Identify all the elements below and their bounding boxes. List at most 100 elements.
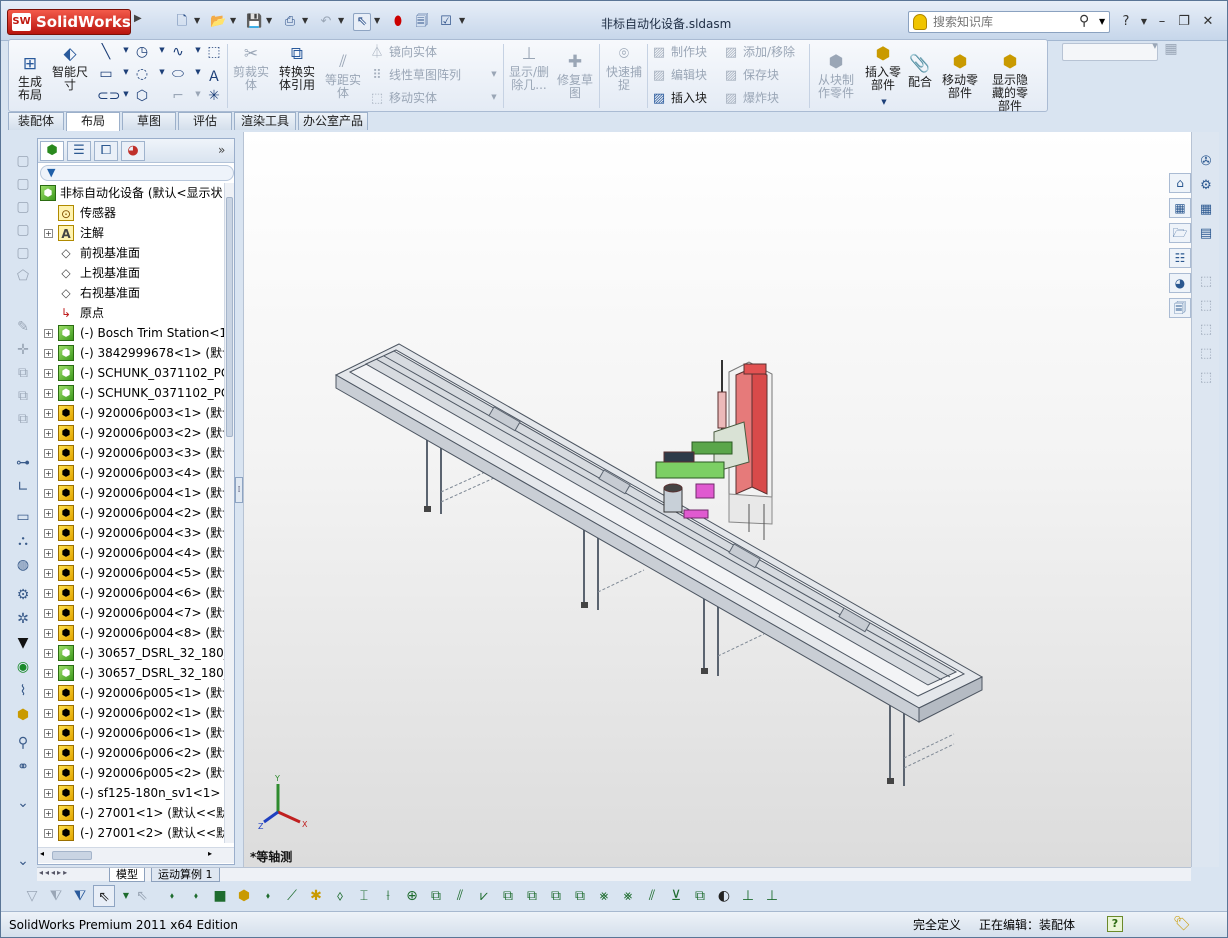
help-dropdown-icon[interactable]: ▼ (1135, 13, 1153, 31)
spring-icon[interactable]: ⌇ (12, 681, 34, 701)
construction-icon[interactable]: ⬚ (205, 44, 223, 60)
new-dropdown-icon[interactable]: ▼ (194, 16, 200, 25)
print-icon[interactable]: ⎙ (281, 13, 299, 31)
filter-datum-icon[interactable]: ⧉ (425, 885, 447, 907)
tree-item[interactable]: + ⬢ (-) 920006p004<3> (默认 (38, 523, 224, 543)
move-dropdown-icon[interactable]: ▼ (485, 93, 503, 101)
make-block-button[interactable]: ▨ 制作块 (651, 45, 707, 60)
insert-component-dropdown-icon[interactable]: ▼ (875, 98, 893, 106)
rebuild-traffic-light-icon[interactable]: ⬮ (389, 13, 407, 31)
close-button[interactable]: ✕ (1199, 13, 1217, 31)
tree-item[interactable]: + ⬢ (-) 920006p004<6> (默认 (38, 583, 224, 603)
expand-toggle-icon[interactable]: + (44, 689, 53, 698)
select-dropdown-icon[interactable]: ▼ (374, 16, 380, 25)
explode-block-button[interactable]: ▨ 爆炸块 (723, 91, 779, 106)
tree-item[interactable]: + ⬢ (-) 920006p004<8> (默认 (38, 623, 224, 643)
scrollbar-thumb[interactable] (52, 851, 92, 860)
filter-bom-icon[interactable]: ⧉ (521, 885, 543, 907)
filter-gtol-icon[interactable]: ⊕ (401, 885, 423, 907)
show-hidden-components-button[interactable]: ⬢ 显示隐 藏的零 部件 (987, 52, 1033, 113)
printer-icon[interactable]: ▤ (1195, 224, 1217, 244)
display-manager-tab-icon[interactable]: ◕ (121, 141, 145, 161)
display-delete-relations-button[interactable]: ⊥ 显示/删 除几... (505, 44, 553, 92)
display-style-icon[interactable]: ⬙ (684, 132, 706, 136)
disabled-tool-icon[interactable]: ⬚ (1195, 272, 1217, 292)
tree-item[interactable]: + ⬢ (-) Bosch Trim Station<1 (38, 323, 224, 343)
add-remove-block-button[interactable]: ▨ 添加/移除 (723, 45, 795, 60)
tree-item[interactable]: + ⬢ (-) SCHUNK_0371102_PG (38, 363, 224, 383)
view-settings-icon[interactable]: ▤ (772, 132, 794, 136)
tree-item[interactable]: + ⬢ (-) 920006p003<4> (默认 (38, 463, 224, 483)
filter-toggle-icon[interactable]: ⧨ (45, 885, 67, 907)
custom-properties-icon[interactable]: 🗐 (1169, 298, 1191, 318)
gears-icon[interactable]: ✲ (12, 609, 34, 629)
expand-toggle-icon[interactable]: + (44, 749, 53, 758)
filter-sketch-icon[interactable]: ⬨ (329, 885, 351, 907)
disabled-tool-icon[interactable]: ⬚ (1195, 320, 1217, 340)
funnel-icon[interactable]: ▼ (12, 633, 34, 653)
auto-layout-button[interactable]: ⊞ 生成 布局 (11, 54, 49, 102)
expand-toggle-icon[interactable]: + (44, 449, 53, 458)
tree-item[interactable]: ◇ 右视基准面 (38, 283, 224, 303)
measure-icon[interactable]: ⊶ (12, 453, 34, 473)
edit-appearance-icon[interactable]: ◕ (728, 132, 750, 136)
filter-connection-icon[interactable]: ⧉ (689, 885, 711, 907)
more-tools-bottom-icon[interactable]: ⌄ (12, 851, 34, 871)
expand-toggle-icon[interactable]: + (44, 509, 53, 518)
graphics-minimize-icon[interactable]: – (1119, 132, 1141, 133)
filter-points-icon[interactable]: ✱ (305, 885, 327, 907)
tree-item[interactable]: + ⬢ (-) 920006p004<1> (默认 (38, 483, 224, 503)
filter-notes-icon[interactable]: ⟊ (377, 885, 399, 907)
filter-faces-icon[interactable]: ■ (209, 885, 231, 907)
apply-scene-icon[interactable]: ✿ (750, 132, 772, 136)
expand-toggle-icon[interactable]: + (44, 549, 53, 558)
wrench-icon[interactable]: ✇ (1195, 152, 1217, 172)
component-icon[interactable]: ⬢ (12, 705, 34, 725)
tree-item[interactable]: ◇ 前视基准面 (38, 243, 224, 263)
location-icon[interactable]: ◉ (12, 657, 34, 677)
polygon-icon[interactable]: ⬡ (133, 88, 151, 104)
mirror-entities-button[interactable]: ⏃ 镜向实体 (369, 45, 437, 60)
filter-edges-icon[interactable]: ⬪ (185, 885, 207, 907)
spline-icon[interactable]: ∿ (169, 44, 187, 60)
tab-model[interactable]: 模型 (109, 868, 145, 882)
more-tools-icon[interactable]: ⌄ (12, 793, 34, 813)
zoom-icon[interactable]: ⚲ (12, 733, 34, 753)
monitor-icon[interactable]: ▭ (12, 507, 34, 527)
home-icon[interactable]: ⌂ (1169, 173, 1191, 193)
filter-centerline-icon[interactable]: ⧉ (569, 885, 591, 907)
tree-item[interactable]: ↳ 原点 (38, 303, 224, 323)
print-dropdown-icon[interactable]: ▼ (302, 16, 308, 25)
tree-item[interactable]: + ⬢ (-) 920006p006<2> (默认 (38, 743, 224, 763)
graphics-area[interactable]: ⊕⊙↺◧⬕⬙◎◕✿▤ –❐✕ Y X Z *等轴测 (243, 132, 1191, 867)
tree-item[interactable]: ◇ 上视基准面 (38, 263, 224, 283)
insert-components-button[interactable]: ⬢ 插入零 部件 (861, 44, 905, 92)
toolbox-icon[interactable]: ▦ (1195, 200, 1217, 220)
expand-toggle-icon[interactable]: + (44, 429, 53, 438)
filter-edges-icon[interactable]: ⧨ (69, 885, 91, 907)
tree-item[interactable]: + ⬢ (-) 27001<1> (默认<<默 (38, 803, 224, 823)
disabled-tool-icon[interactable]: ⬚ (1195, 368, 1217, 388)
tree-item[interactable]: + ⬢ (-) 920006p004<7> (默认 (38, 603, 224, 623)
open-dropdown-icon[interactable]: ▼ (230, 16, 236, 25)
help-button[interactable]: ? (1117, 13, 1135, 31)
pattern-dropdown-icon[interactable]: ▼ (485, 70, 503, 78)
expand-toggle-icon[interactable]: + (44, 369, 53, 378)
tree-item[interactable]: + ⬢ (-) 920006p005<2> (默认 (38, 763, 224, 783)
tab-layout[interactable]: 布局 (66, 112, 120, 131)
filter-vertices-icon[interactable]: ⬪ (161, 885, 183, 907)
expand-toggle-icon[interactable]: + (44, 669, 53, 678)
view-orientation-icon[interactable]: ⬕ (662, 132, 684, 136)
expand-toggle-icon[interactable]: + (44, 789, 53, 798)
undo-icon[interactable]: ↶ (317, 13, 335, 31)
tab-sketch[interactable]: 草图 (122, 112, 176, 130)
appearances-icon[interactable]: ◕ (1169, 273, 1191, 293)
expand-toggle-icon[interactable]: + (44, 729, 53, 738)
3d-content-icon[interactable]: ⚙ (1195, 176, 1217, 196)
mate-button[interactable]: 📎 配合 (907, 54, 933, 89)
filter-welds-icon[interactable]: ⫽ (449, 885, 471, 907)
tab-assembly[interactable]: 装配体 (8, 112, 64, 130)
tree-item[interactable]: + ⬢ (-) 920006p004<2> (默认 (38, 503, 224, 523)
extrude-icon[interactable]: ▢ (12, 151, 34, 171)
menu-arrow-icon[interactable]: ▶ (134, 13, 142, 24)
